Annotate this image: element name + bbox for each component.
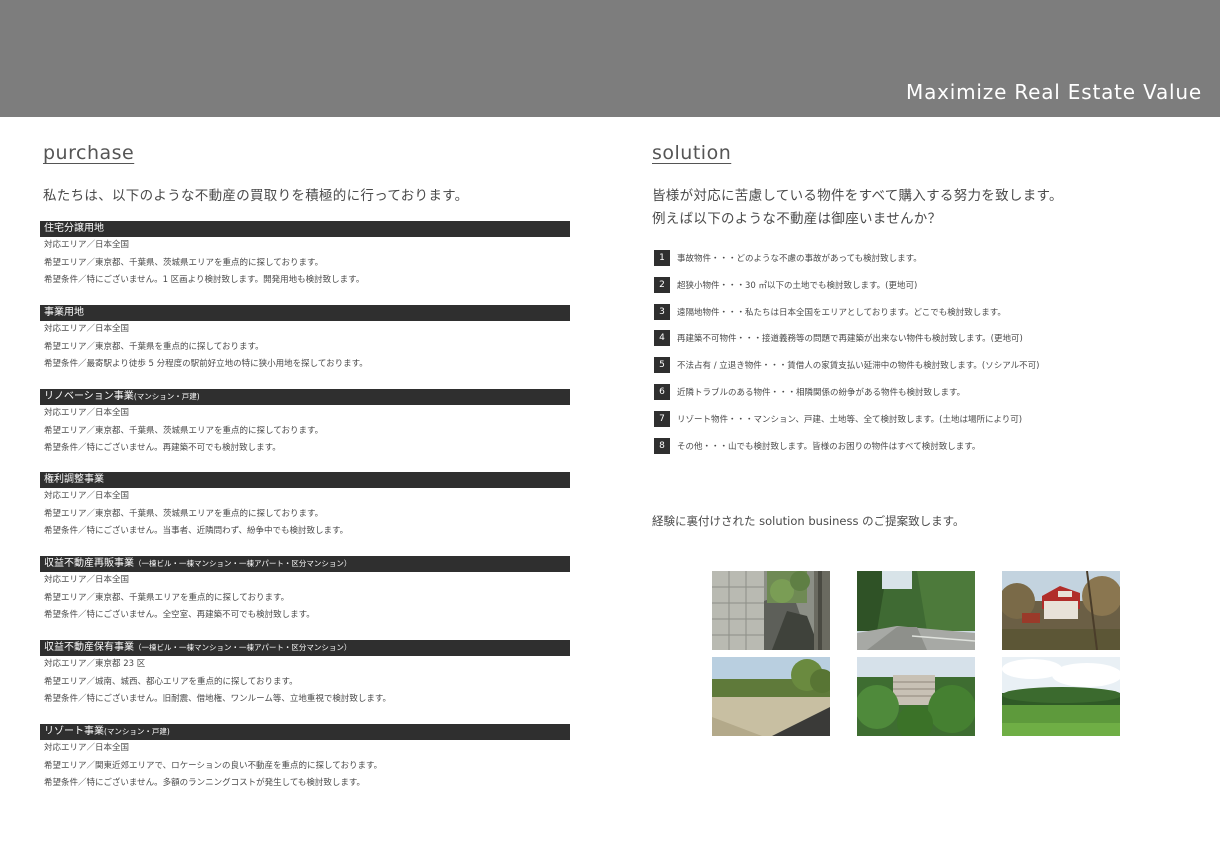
purchase-lead: 私たちは、以下のような不動産の買取りを積極的に行っております。 xyxy=(43,188,469,204)
item-text: 不法占有 / 立退き物件・・・賃借人の家賃支払い延滞中の物件も検討致します。(ソ… xyxy=(677,361,1040,372)
category-heading: 権利調整事業 xyxy=(40,472,570,488)
category-heading: 収益不動産再販事業（一棟ビル・一棟マンション・一棟アパート・区分マンション） xyxy=(40,556,570,572)
item-text: 再建築不可物件・・・接道義務等の問題で再建築が出来ない物件も検討致します。(更地… xyxy=(677,334,1023,345)
photo-grid xyxy=(712,571,1120,736)
category-conditions: 希望条件／特にございません。多額のランニングコストが発生しても検討致します。 xyxy=(44,778,366,788)
item-number-badge: 1 xyxy=(654,250,670,266)
category-preferred-area: 希望エリア／関東近郊エリアで、ロケーションの良い不動産を重点的に探しております。 xyxy=(44,760,383,771)
category-conditions: 希望条件／特にございません。旧耐震、借地権、ワンルーム等、立地重視で検討致します… xyxy=(44,694,391,704)
rural-field-photo xyxy=(1002,657,1120,736)
category-heading: リゾート事業(マンション・戸建) xyxy=(40,724,570,740)
item-number-badge: 5 xyxy=(654,357,670,374)
category-income-resale: 収益不動産再販事業（一棟ビル・一棟マンション・一棟アパート・区分マンション） 対… xyxy=(40,556,570,625)
resort-building-photo xyxy=(857,657,975,736)
solution-item: 5 不法占有 / 立退き物件・・・賃借人の家賃支払い延滞中の物件も検討致します。… xyxy=(654,357,1040,374)
item-number-badge: 4 xyxy=(654,330,670,347)
banner-title: Maximize Real Estate Value xyxy=(906,80,1202,104)
forest-road-photo xyxy=(857,571,975,650)
solution-item: 8 その他・・・山でも検討致します。皆様のお困りの物件はすべて検討致します。 xyxy=(654,437,1039,454)
category-preferred-area: 希望エリア／東京都、千葉県、茨城県エリアを重点的に探しております。 xyxy=(44,257,324,268)
solution-list: 1 事故物件・・・どのような不慮の事故があっても検討致します。 2 超狭小物件・… xyxy=(654,250,1039,464)
solution-item: 6 近隣トラブルのある物件・・・相隣関係の紛争がある物件も検討致します。 xyxy=(654,383,1039,400)
category-heading: 住宅分譲用地 xyxy=(40,221,570,237)
category-conditions: 希望条件／特にございません。当事者、近隣問わず、紛争中でも検討致します。 xyxy=(44,526,349,536)
category-preferred-area: 希望エリア／東京都、千葉県、茨城県エリアを重点的に探しております。 xyxy=(44,425,324,436)
solution-item: 7 リゾート物件・・・マンション、戸建、土地等、全て検討致します。(土地は場所に… xyxy=(654,410,1039,427)
category-income-holding: 収益不動産保有事業（一棟ビル・一棟マンション・一棟アパート・区分マンション） 対… xyxy=(40,640,570,709)
item-number-badge: 6 xyxy=(654,383,670,400)
category-conditions: 希望条件／最寄駅より徒歩 5 分程度の駅前好立地の特に狭小用地を探しております。 xyxy=(44,359,368,369)
solution-item: 4 再建築不可物件・・・接道義務等の問題で再建築が出来ない物件も検討致します。(… xyxy=(654,330,1039,347)
item-text: その他・・・山でも検討致します。皆様のお困りの物件はすべて検討致します。 xyxy=(677,441,981,452)
category-heading: 収益不動産保有事業（一棟ビル・一棟マンション・一棟アパート・区分マンション） xyxy=(40,640,570,656)
item-number-badge: 7 xyxy=(654,410,670,427)
solution-lead: 皆様が対応に苦慮している物件をすべて購入する努力を致します。 例えば以下のような… xyxy=(652,185,1063,231)
hillside-house-photo xyxy=(1002,571,1120,650)
item-text: 事故物件・・・どのような不慮の事故があっても検討致します。 xyxy=(677,254,922,264)
category-area: 対応エリア／日本全国 xyxy=(44,743,130,753)
category-area: 対応エリア／東京都 23 区 xyxy=(44,659,146,669)
item-text: リゾート物件・・・マンション、戸建、土地等、全て検討致します。(土地は場所により… xyxy=(677,414,1023,425)
category-area: 対応エリア／日本全国 xyxy=(44,575,130,585)
category-heading: リノベーション事業(マンション・戸建) xyxy=(40,389,570,405)
category-area: 対応エリア／日本全国 xyxy=(44,240,130,250)
item-number-badge: 8 xyxy=(654,437,670,454)
category-conditions: 希望条件／特にございません。1 区画より検討致します。開発用地も検討致します。 xyxy=(44,275,365,285)
solution-item: 2 超狭小物件・・・30 ㎡以下の土地でも検討致します。(更地可) xyxy=(654,276,1039,293)
category-renovation: リノベーション事業(マンション・戸建) 対応エリア／日本全国 希望エリア／東京都… xyxy=(40,389,570,458)
solution-title: solution xyxy=(652,142,732,164)
category-conditions: 希望条件／特にございません。全空室、再建築不可でも検討致します。 xyxy=(44,610,315,620)
category-preferred-area: 希望エリア／城南、城西、都心エリアを重点的に探しております。 xyxy=(44,676,298,687)
alley-photo xyxy=(712,571,830,650)
vacant-lot-photo xyxy=(712,657,830,736)
category-conditions: 希望条件／特にございません。再建築不可でも検討致します。 xyxy=(44,443,281,453)
item-number-badge: 3 xyxy=(654,303,670,320)
solution-lead-line-1: 皆様が対応に苦慮している物件をすべて購入する努力を致します。 xyxy=(652,188,1063,204)
category-preferred-area: 希望エリア／東京都、千葉県を重点的に探しております。 xyxy=(44,341,264,352)
purchase-title: purchase xyxy=(43,142,135,164)
category-residential-land: 住宅分譲用地 対応エリア／日本全国 希望エリア／東京都、千葉県、茨城県エリアを重… xyxy=(40,221,570,290)
item-text: 超狭小物件・・・30 ㎡以下の土地でも検討致します。(更地可) xyxy=(677,280,918,291)
category-area: 対応エリア／日本全国 xyxy=(44,324,130,334)
item-text: 遠隔地物件・・・私たちは日本全国をエリアとしております。どこでも検討致します。 xyxy=(677,307,1006,318)
solution-item: 3 遠隔地物件・・・私たちは日本全国をエリアとしております。どこでも検討致します… xyxy=(654,303,1039,320)
category-preferred-area: 希望エリア／東京都、千葉県エリアを重点的に探しております。 xyxy=(44,592,290,603)
category-rights-adjustment: 権利調整事業 対応エリア／日本全国 希望エリア／東京都、千葉県、茨城県エリアを重… xyxy=(40,472,570,541)
item-text: 近隣トラブルのある物件・・・相隣関係の紛争がある物件も検討致します。 xyxy=(677,387,966,398)
solution-item: 1 事故物件・・・どのような不慮の事故があっても検討致します。 xyxy=(654,250,1039,266)
category-heading: 事業用地 xyxy=(40,305,570,321)
solution-closing: 経験に裏付けされた solution business のご提案致します。 xyxy=(652,514,965,528)
category-preferred-area: 希望エリア／東京都、千葉県、茨城県エリアを重点的に探しております。 xyxy=(44,508,324,519)
header-banner: Maximize Real Estate Value xyxy=(0,0,1220,117)
category-area: 対応エリア／日本全国 xyxy=(44,408,130,418)
category-resort: リゾート事業(マンション・戸建) 対応エリア／日本全国 希望エリア／関東近郊エリ… xyxy=(40,724,570,793)
category-area: 対応エリア／日本全国 xyxy=(44,491,130,501)
item-number-badge: 2 xyxy=(654,276,670,293)
category-business-land: 事業用地 対応エリア／日本全国 希望エリア／東京都、千葉県を重点的に探しておりま… xyxy=(40,305,570,374)
solution-lead-line-2: 例えば以下のような不動産は御座いませんか？ xyxy=(652,211,942,227)
